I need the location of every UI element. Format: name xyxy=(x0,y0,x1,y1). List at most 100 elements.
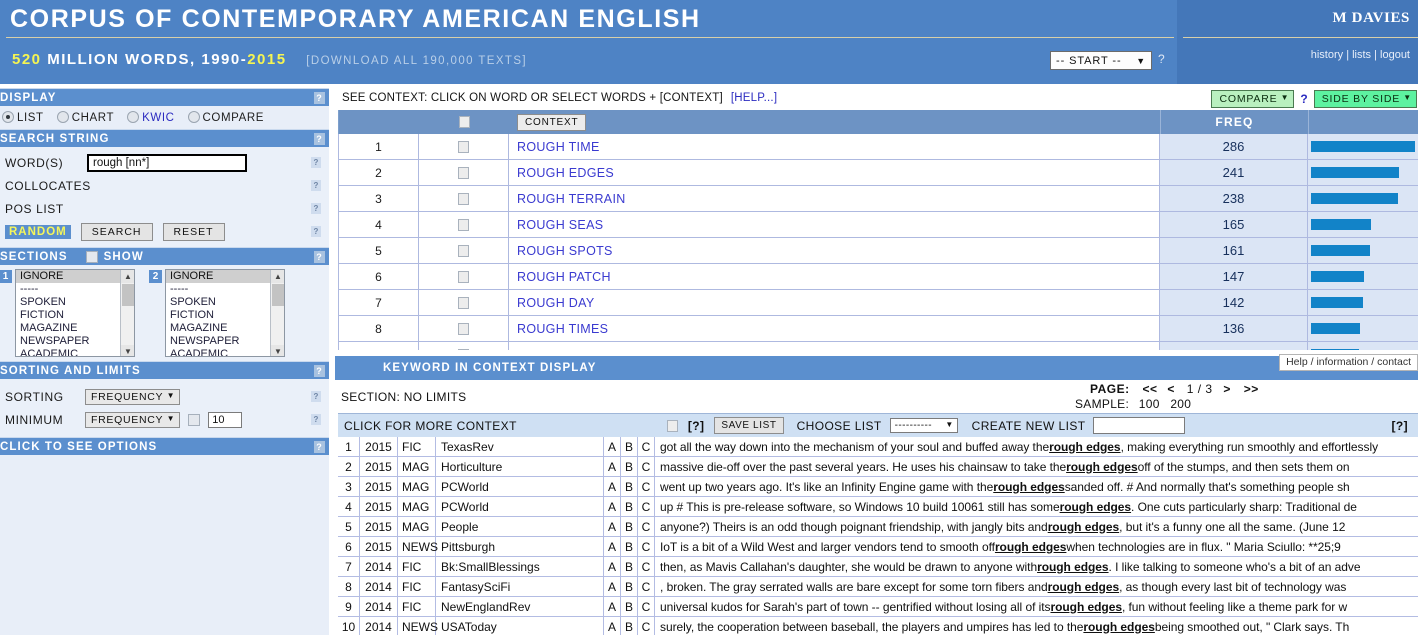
table-row[interactable]: 4 ROUGH SEAS 165 xyxy=(338,212,1418,238)
start-dropdown[interactable]: -- START -- ▼ xyxy=(1050,51,1152,70)
row-word-link[interactable]: ROUGH EDGES xyxy=(509,160,1160,185)
concordance-expand-b[interactable]: B xyxy=(621,577,638,596)
row-checkbox[interactable] xyxy=(458,244,469,257)
scroll-down-icon[interactable]: ▼ xyxy=(121,345,134,356)
concordance-keyword[interactable]: rough edges xyxy=(993,480,1065,494)
row-word-link[interactable]: ROUGH SPOTS xyxy=(509,238,1160,263)
section-list-2-scrollbar[interactable]: ▲ ▼ xyxy=(270,270,284,356)
concordance-source[interactable]: Bk:SmallBlessings xyxy=(436,557,604,576)
radio-list-icon[interactable] xyxy=(2,111,14,123)
sample-200-button[interactable]: 200 xyxy=(1170,397,1191,411)
sorting-section-header[interactable]: SORTING AND LIMITS ? xyxy=(0,361,329,379)
sections-section-header[interactable]: SECTIONS SHOW ? xyxy=(0,247,329,265)
section-option[interactable]: SPOKEN xyxy=(16,296,134,309)
concordance-keyword[interactable]: rough edges xyxy=(1049,440,1121,454)
table-row[interactable]: 2 ROUGH EDGES 241 xyxy=(338,160,1418,186)
compare-help-icon[interactable]: ? xyxy=(1300,92,1307,106)
concordance-expand-a[interactable]: A xyxy=(604,517,621,536)
concordance-row[interactable]: 10 2014 NEWS USAToday A B Csurely, the coopera… xyxy=(338,617,1418,635)
concordance-expand-b[interactable]: B xyxy=(621,597,638,616)
concordance-keyword[interactable]: rough edges xyxy=(1083,620,1155,634)
section-option[interactable]: FICTION xyxy=(166,309,284,322)
concordance-source[interactable]: People xyxy=(436,517,604,536)
options-help-icon[interactable]: ? xyxy=(314,441,325,453)
section-option[interactable]: ACADEMIC xyxy=(16,348,134,356)
display-option-kwic[interactable]: KWIC xyxy=(127,111,174,124)
concordance-keyword[interactable]: rough edges xyxy=(1060,500,1132,514)
row-word-link[interactable]: ROUGH TIMES xyxy=(509,316,1160,341)
section-option[interactable]: IGNORE xyxy=(166,270,284,283)
concordance-row[interactable]: 6 2015 NEWS Pittsburgh A B C IoT is a bit of a … xyxy=(338,537,1418,557)
table-row[interactable]: 6 ROUGH PATCH 147 xyxy=(338,264,1418,290)
concordance-keyword[interactable]: rough edges xyxy=(1048,520,1120,534)
concordance-keyword[interactable]: rough edges xyxy=(1066,460,1138,474)
row-checkbox[interactable] xyxy=(458,296,469,309)
pos-list-field-row[interactable]: POS LIST ? xyxy=(0,197,329,220)
concordance-row[interactable]: 7 2014 FIC Bk:SmallBlessings A B Cthen, as Mav… xyxy=(338,557,1418,577)
search-help-icon[interactable]: ? xyxy=(311,226,321,237)
concordance-expand-b[interactable]: B xyxy=(621,437,638,456)
sorting-row-help-icon[interactable]: ? xyxy=(311,391,321,402)
scrollbar-thumb[interactable] xyxy=(122,284,134,306)
side-by-side-dropdown[interactable]: SIDE BY SIDE ▼ xyxy=(1313,90,1417,108)
row-word-link[interactable]: ROUGH TERRAIN xyxy=(509,186,1160,211)
display-option-list[interactable]: LIST xyxy=(2,111,44,124)
concordance-row[interactable]: 8 2014 FIC FantasySciFi A B C , broken. The gra… xyxy=(338,577,1418,597)
sorting-help-icon[interactable]: ? xyxy=(314,365,325,377)
concordance-source[interactable]: Pittsburgh xyxy=(436,537,604,556)
section-option[interactable]: SPOKEN xyxy=(166,296,284,309)
concordance-expand-a[interactable]: A xyxy=(604,537,621,556)
section-option[interactable]: NEWSPAPER xyxy=(16,335,134,348)
more-context-checkbox[interactable] xyxy=(666,419,678,432)
concordance-source[interactable]: TexasRev xyxy=(436,437,604,456)
concordance-source[interactable]: Horticulture xyxy=(436,457,604,476)
sorting-dropdown[interactable]: FREQUENCY ▼ xyxy=(85,388,181,405)
scroll-down-icon[interactable]: ▼ xyxy=(271,345,284,356)
options-section-header[interactable]: CLICK TO SEE OPTIONS ? xyxy=(0,437,329,455)
section-option[interactable]: ----- xyxy=(166,283,284,296)
concordance-expand-c[interactable]: C xyxy=(638,497,655,516)
row-word-link[interactable]: ROUGH DAY xyxy=(509,290,1160,315)
search-input[interactable] xyxy=(87,153,247,172)
concordance-expand-c[interactable]: C xyxy=(638,537,655,556)
concordance-row[interactable]: 1 2015 FIC TexasRev A B Cgot all the way down … xyxy=(338,437,1418,457)
concordance-expand-b[interactable]: B xyxy=(621,537,638,556)
concordance-keyword[interactable]: rough edges xyxy=(995,540,1067,554)
section-option[interactable]: FICTION xyxy=(16,309,134,322)
concordance-expand-b[interactable]: B xyxy=(621,517,638,536)
random-toggle[interactable]: RANDOM xyxy=(5,224,71,239)
row-checkbox[interactable] xyxy=(458,270,469,283)
radio-kwic-icon[interactable] xyxy=(127,111,140,123)
table-row[interactable]: 5 ROUGH SPOTS 161 xyxy=(338,238,1418,264)
row-word-link[interactable]: ROUGH PATCH xyxy=(509,264,1160,289)
start-help-icon[interactable]: ? xyxy=(1158,52,1165,66)
section-option[interactable]: MAGAZINE xyxy=(166,322,284,335)
row-word-link[interactable]: ROUGH RIDE xyxy=(509,342,1160,350)
concordance-expand-c[interactable]: C xyxy=(638,557,655,576)
concordance-expand-c[interactable]: C xyxy=(638,597,655,616)
concordance-expand-a[interactable]: A xyxy=(604,617,621,635)
concordance-expand-c[interactable]: C xyxy=(638,577,655,596)
table-row[interactable]: 7 ROUGH DAY 142 xyxy=(338,290,1418,316)
table-row[interactable]: 3 ROUGH TERRAIN 238 xyxy=(338,186,1418,212)
concordance-expand-b[interactable]: B xyxy=(621,497,638,516)
concordance-expand-b[interactable]: B xyxy=(621,557,638,576)
search-button[interactable]: SEARCH xyxy=(80,222,153,241)
concordance-keyword[interactable]: rough edges xyxy=(1048,580,1120,594)
concordance-expand-c[interactable]: C xyxy=(638,517,655,536)
concordance-expand-b[interactable]: B xyxy=(621,477,638,496)
search-string-section-header[interactable]: SEARCH STRING ? xyxy=(0,129,329,147)
page-next-button[interactable]: > xyxy=(1223,382,1231,396)
section-list-1-scrollbar[interactable]: ▲ ▼ xyxy=(120,270,134,356)
table-row[interactable]: 8 ROUGH TIMES 136 xyxy=(338,316,1418,342)
section-list-1[interactable]: IGNORE ----- SPOKEN FICTION MAGAZINE NEW… xyxy=(15,269,135,357)
minimum-row-help-icon[interactable]: ? xyxy=(311,414,321,425)
display-help-icon[interactable]: ? xyxy=(314,92,325,104)
context-help-link[interactable]: [HELP...] xyxy=(731,92,777,104)
context-button[interactable]: CONTEXT xyxy=(517,113,587,131)
concordance-expand-b[interactable]: B xyxy=(621,617,638,635)
search-string-help-icon[interactable]: ? xyxy=(314,133,325,145)
sample-100-button[interactable]: 100 xyxy=(1139,397,1160,411)
scrollbar-thumb[interactable] xyxy=(272,284,284,306)
section-option[interactable]: ACADEMIC xyxy=(166,348,284,356)
